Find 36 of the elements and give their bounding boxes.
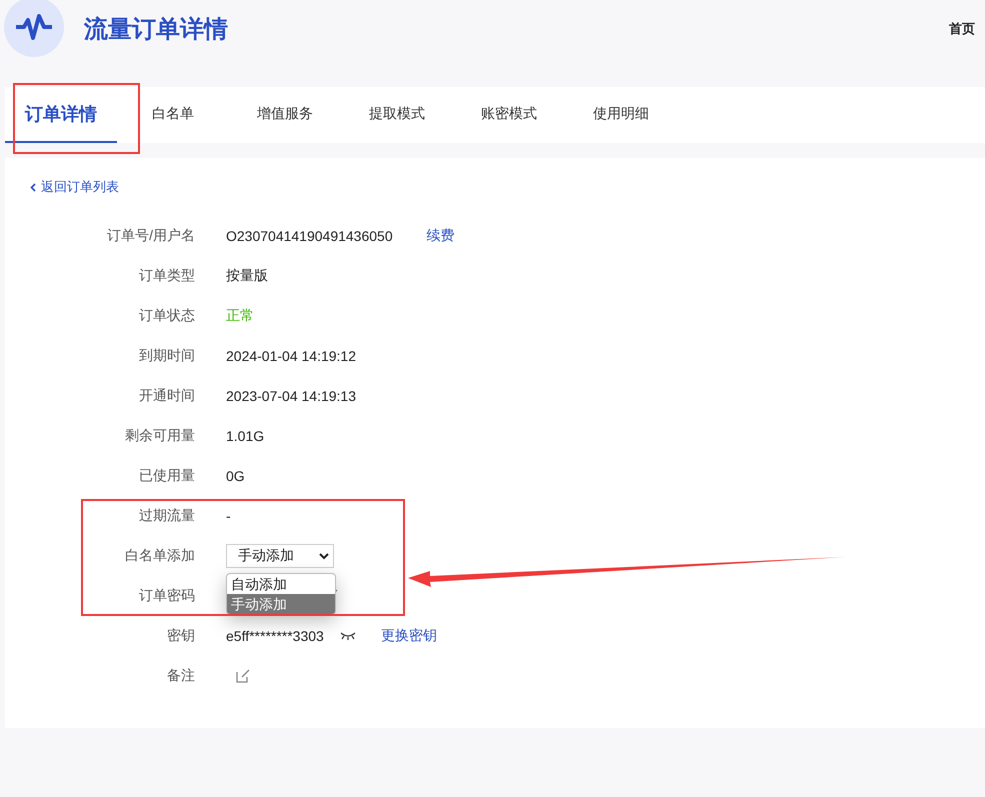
renew-link[interactable]: 续费 xyxy=(426,227,455,245)
tab[interactable]: 提取模式 xyxy=(341,87,453,143)
field-value: 2024-01-04 14:19:12 xyxy=(226,348,356,364)
dropdown-option[interactable]: 自动添加 xyxy=(227,574,335,594)
select-field[interactable]: 手动添加 xyxy=(226,544,334,568)
field-label: 开通时间 xyxy=(138,387,195,405)
field-label: 订单密码 xyxy=(138,587,195,605)
caret-icon xyxy=(319,552,329,560)
dropdown-option[interactable]: 手动添加 xyxy=(227,594,335,614)
field-value: 2023-07-04 14:19:13 xyxy=(226,388,356,404)
change-key-link[interactable]: 更换密钥 xyxy=(380,627,437,645)
tab[interactable]: 账密模式 xyxy=(453,87,565,143)
field-label: 剩余可用量 xyxy=(124,427,195,445)
field-label: 到期时间 xyxy=(138,347,195,365)
field-label: 密钥 xyxy=(166,627,195,645)
field-value: e5ff********3303 xyxy=(226,628,324,644)
field-value: 按量版 xyxy=(226,267,268,285)
home-link[interactable]: 首页 xyxy=(949,20,975,38)
closed-eye-icon[interactable] xyxy=(340,632,356,640)
field-value: - xyxy=(226,508,231,524)
field-label: 订单号/用户名 xyxy=(106,227,195,245)
field-value: 1.01G xyxy=(226,428,264,444)
page-title: 流量订单详情 xyxy=(84,15,228,45)
field-value: 0G xyxy=(226,468,245,484)
tab[interactable]: 增值服务 xyxy=(229,87,341,143)
field-label: 已使用量 xyxy=(138,467,195,485)
field-value: O23070414190491436050 xyxy=(226,228,393,244)
field-label: 备注 xyxy=(166,667,195,685)
tab[interactable]: 白名单 xyxy=(117,87,229,143)
field-label: 订单状态 xyxy=(138,307,195,325)
field-label: 过期流量 xyxy=(138,507,195,525)
tab[interactable]: 订单详情 xyxy=(5,87,117,143)
status-value: 正常 xyxy=(226,307,254,325)
field-label: 订单类型 xyxy=(138,267,195,285)
field-label: 白名单添加 xyxy=(124,547,195,565)
tab[interactable]: 使用明细 xyxy=(565,87,677,143)
